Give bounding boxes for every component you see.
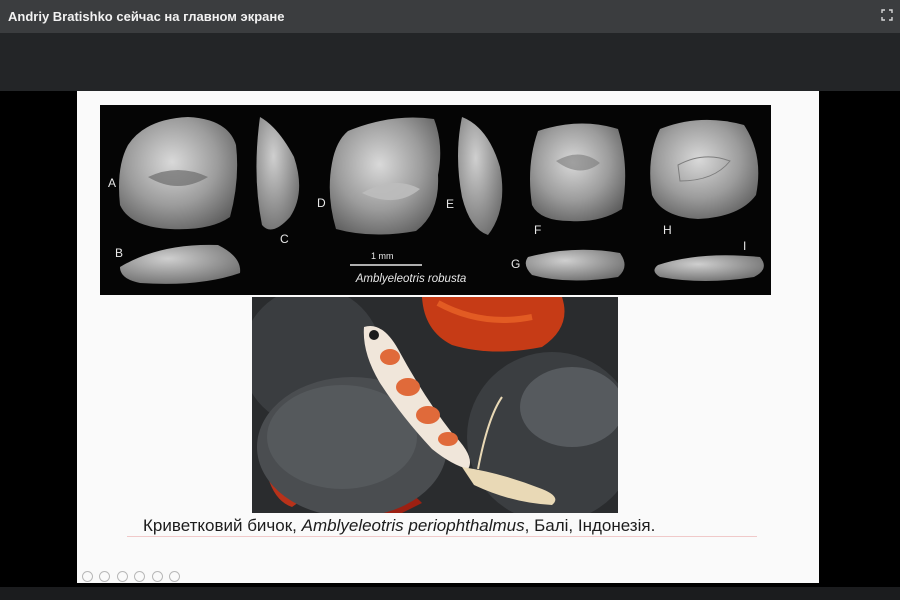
label-f: F [534, 223, 542, 237]
bottom-bar [0, 587, 900, 600]
otolith-figure: A B C D E F G H I 1 mm Amblyeleotris rob… [100, 105, 771, 295]
expand-icon[interactable] [881, 9, 893, 21]
otolith-d [329, 117, 441, 235]
label-i: I [743, 239, 747, 253]
slide-caption: Криветковий бичок, Amblyeleotris perioph… [143, 516, 763, 536]
top-bar: Andriy Bratishko сейчас на главном экран… [0, 0, 900, 33]
label-g: G [511, 257, 521, 271]
otolith-f [530, 123, 626, 222]
otolith-e [458, 117, 503, 235]
otolith-g [525, 249, 625, 281]
pen-tool-icon[interactable] [116, 571, 128, 582]
caption-underline [127, 536, 757, 537]
caption-prefix: Криветковий бичок, [143, 516, 302, 535]
label-b: B [115, 246, 124, 260]
photo-illustration [252, 297, 618, 513]
species-label: Amblyeleotris robusta [355, 273, 467, 285]
shrimp-goby-photo [252, 297, 618, 513]
label-d: D [317, 196, 326, 210]
slide-controls [82, 569, 182, 582]
zoom-icon[interactable] [134, 571, 146, 582]
label-c: C [280, 232, 289, 246]
otolith-c [256, 117, 300, 230]
caption-species: Amblyeleotris periophthalmus [301, 516, 525, 535]
screen-share-title: Andriy Bratishko сейчас на главном экран… [8, 9, 285, 24]
caption-suffix: , Балі, Індонезія. [524, 516, 656, 535]
prev-slide-icon[interactable] [82, 571, 93, 582]
label-h: H [663, 223, 672, 237]
scale-label: 1 mm [371, 251, 394, 261]
more-icon[interactable] [169, 571, 181, 582]
toolbar-band [0, 33, 900, 91]
next-slide-icon[interactable] [99, 571, 111, 582]
menu-icon[interactable] [151, 571, 163, 582]
presentation-slide: A B C D E F G H I 1 mm Amblyeleotris rob… [77, 91, 819, 583]
otolith-b [120, 244, 241, 284]
otolith-h [650, 119, 759, 219]
otolith-drawing [119, 117, 764, 284]
label-e: E [446, 197, 455, 211]
otolith-i [654, 255, 764, 281]
label-a: A [108, 176, 117, 190]
